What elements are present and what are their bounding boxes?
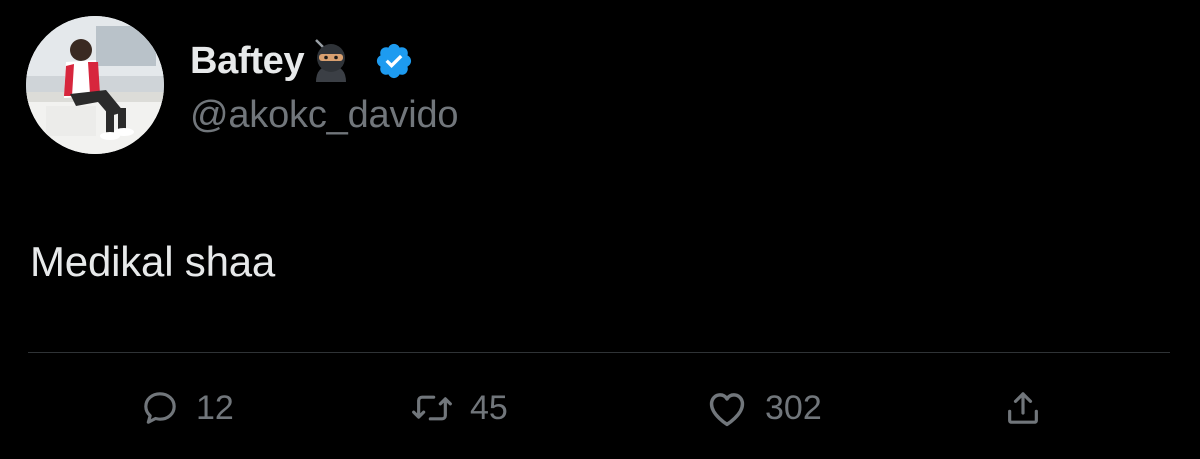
author-handle[interactable]: @akokc_davido (190, 94, 459, 137)
display-name[interactable]: Baftey (190, 40, 305, 83)
divider (28, 352, 1170, 353)
tweet-actions-bar: 12 45 302 (0, 380, 1200, 436)
retweet-arrows-icon (412, 395, 452, 421)
avatar[interactable] (26, 16, 164, 154)
tweet-text: Medikal shaa (30, 238, 276, 285)
verified-badge-icon (377, 43, 412, 79)
retweet-count: 45 (470, 388, 508, 427)
avatar-photo (26, 16, 164, 154)
like-count: 302 (765, 388, 822, 427)
reply-count: 12 (196, 388, 234, 427)
share-button[interactable] (1003, 380, 1043, 436)
retweet-button[interactable]: 45 (410, 380, 508, 436)
author-name-row: Baftey (190, 36, 414, 86)
ninja-emoji-icon (315, 39, 347, 82)
share-upload-icon (1008, 392, 1038, 424)
speech-bubble-icon (144, 392, 176, 424)
reply-button[interactable]: 12 (140, 380, 234, 436)
like-button[interactable]: 302 (705, 380, 822, 436)
heart-icon (709, 393, 745, 427)
tweet-card: Baftey @akokc_davido Medikal shaa 12 45 … (0, 0, 1200, 459)
